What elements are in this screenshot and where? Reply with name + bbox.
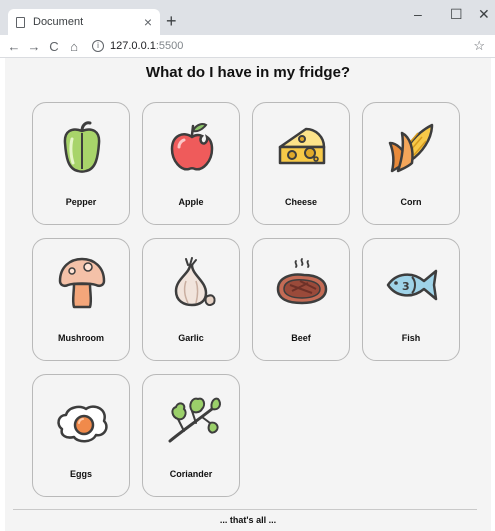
eggs-icon [57,405,108,443]
card-fish[interactable]: 3 Fish [362,238,460,361]
card-pepper[interactable]: Pepper [32,102,130,225]
reload-button[interactable]: C [44,39,64,54]
card-label: Fish [401,333,421,343]
card-label: Mushroom [58,333,104,343]
back-button[interactable]: ← [4,39,24,54]
bookmark-star-icon[interactable]: ☆ [473,38,485,54]
garlic-icon [174,257,216,307]
cheese-icon [278,127,326,165]
info-icon[interactable]: i [92,40,104,52]
card-label: Cheese [284,197,318,207]
card-label: Eggs [69,469,92,479]
tab-title: Document [33,16,84,28]
pepper-icon [63,121,101,173]
card-label: Beef [291,333,311,343]
card-mushroom[interactable]: Mushroom [32,238,130,361]
url-text: 127.0.0.1:5500 [110,40,183,52]
address-bar: ← → C ⌂ i 127.0.0.1:5500 ☆ [0,35,495,58]
svg-text:3: 3 [402,280,410,293]
document-icon [16,16,25,28]
new-tab-button[interactable]: + [166,12,177,30]
page-title: What do I have in my fridge? [145,64,351,81]
card-coriander[interactable]: Coriander [142,374,240,497]
browser-tab[interactable]: Document × [8,9,160,35]
close-window-button[interactable]: ✕ [478,6,490,22]
card-eggs[interactable]: Eggs [32,374,130,497]
coriander-icon [168,397,221,443]
browser-tab-strip: Document × + – ☐ ✕ [0,0,495,35]
card-label: Garlic [178,333,204,343]
mushroom-icon [58,257,106,309]
corn-icon [388,123,434,173]
card-corn[interactable]: Corn [362,102,460,225]
tab-close-icon[interactable]: × [144,15,152,29]
card-label: Corn [400,197,422,207]
maximize-button[interactable]: ☐ [450,6,463,22]
url-port: :5500 [155,40,184,52]
card-label: Pepper [65,197,97,207]
url-host: 127.0.0.1 [110,40,156,52]
card-apple[interactable]: Apple [142,102,240,225]
card-label: Apple [178,197,204,207]
home-button[interactable]: ⌂ [64,39,84,54]
forward-button[interactable]: → [24,39,44,54]
page-content: What do I have in my fridge? Pepper Appl… [5,58,491,531]
card-cheese[interactable]: Cheese [252,102,350,225]
footer-divider [13,509,477,510]
fish-icon: 3 [386,269,438,301]
footer-text: ... that's all ... [219,515,277,525]
beef-icon [276,258,328,305]
card-label: Coriander [169,469,213,479]
card-garlic[interactable]: Garlic [142,238,240,361]
card-beef[interactable]: Beef [252,238,350,361]
apple-icon [170,123,214,171]
fridge-grid: Pepper Apple Cheese Corn Mushroom Garlic… [32,102,464,497]
minimize-button[interactable]: – [414,6,422,22]
url-field[interactable]: i 127.0.0.1:5500 [92,40,473,52]
